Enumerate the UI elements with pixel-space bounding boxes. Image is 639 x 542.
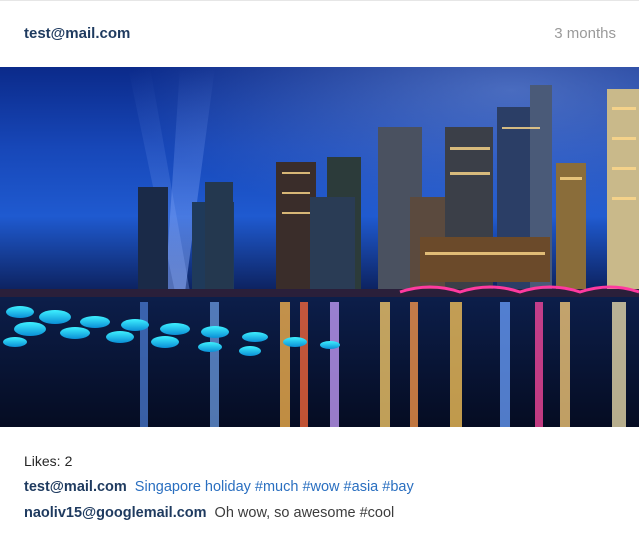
likes-label: Likes: [24,453,61,469]
comment-row: naoliv15@googlemail.com Oh wow, so awesom… [24,503,624,529]
comment-text: Singapore holiday #much #wow #asia #bay [134,479,414,495]
comment-author-link[interactable]: test@mail.com [24,479,127,495]
post-timestamp: 3 months [554,25,616,42]
likes-count: 2 [64,453,73,469]
comment-row-caption: test@mail.com Singapore holiday #much #wo… [24,477,624,503]
likes-summary: Likes: 2 [24,451,624,477]
comment-author-link[interactable]: naoliv15@googlemail.com [24,505,207,521]
post-card: test@mail.com 3 months Likes: 2 test@mai… [0,0,639,542]
skyline-photo-image [0,67,639,427]
post-photo[interactable] [0,67,639,427]
post-author-link[interactable]: test@mail.com [24,25,130,42]
post-header: test@mail.com 3 months [0,1,639,67]
post-footer: Likes: 2 test@mail.com Singapore holiday #… [24,451,624,529]
comment-text: Oh wow, so awesome #cool [214,505,395,521]
